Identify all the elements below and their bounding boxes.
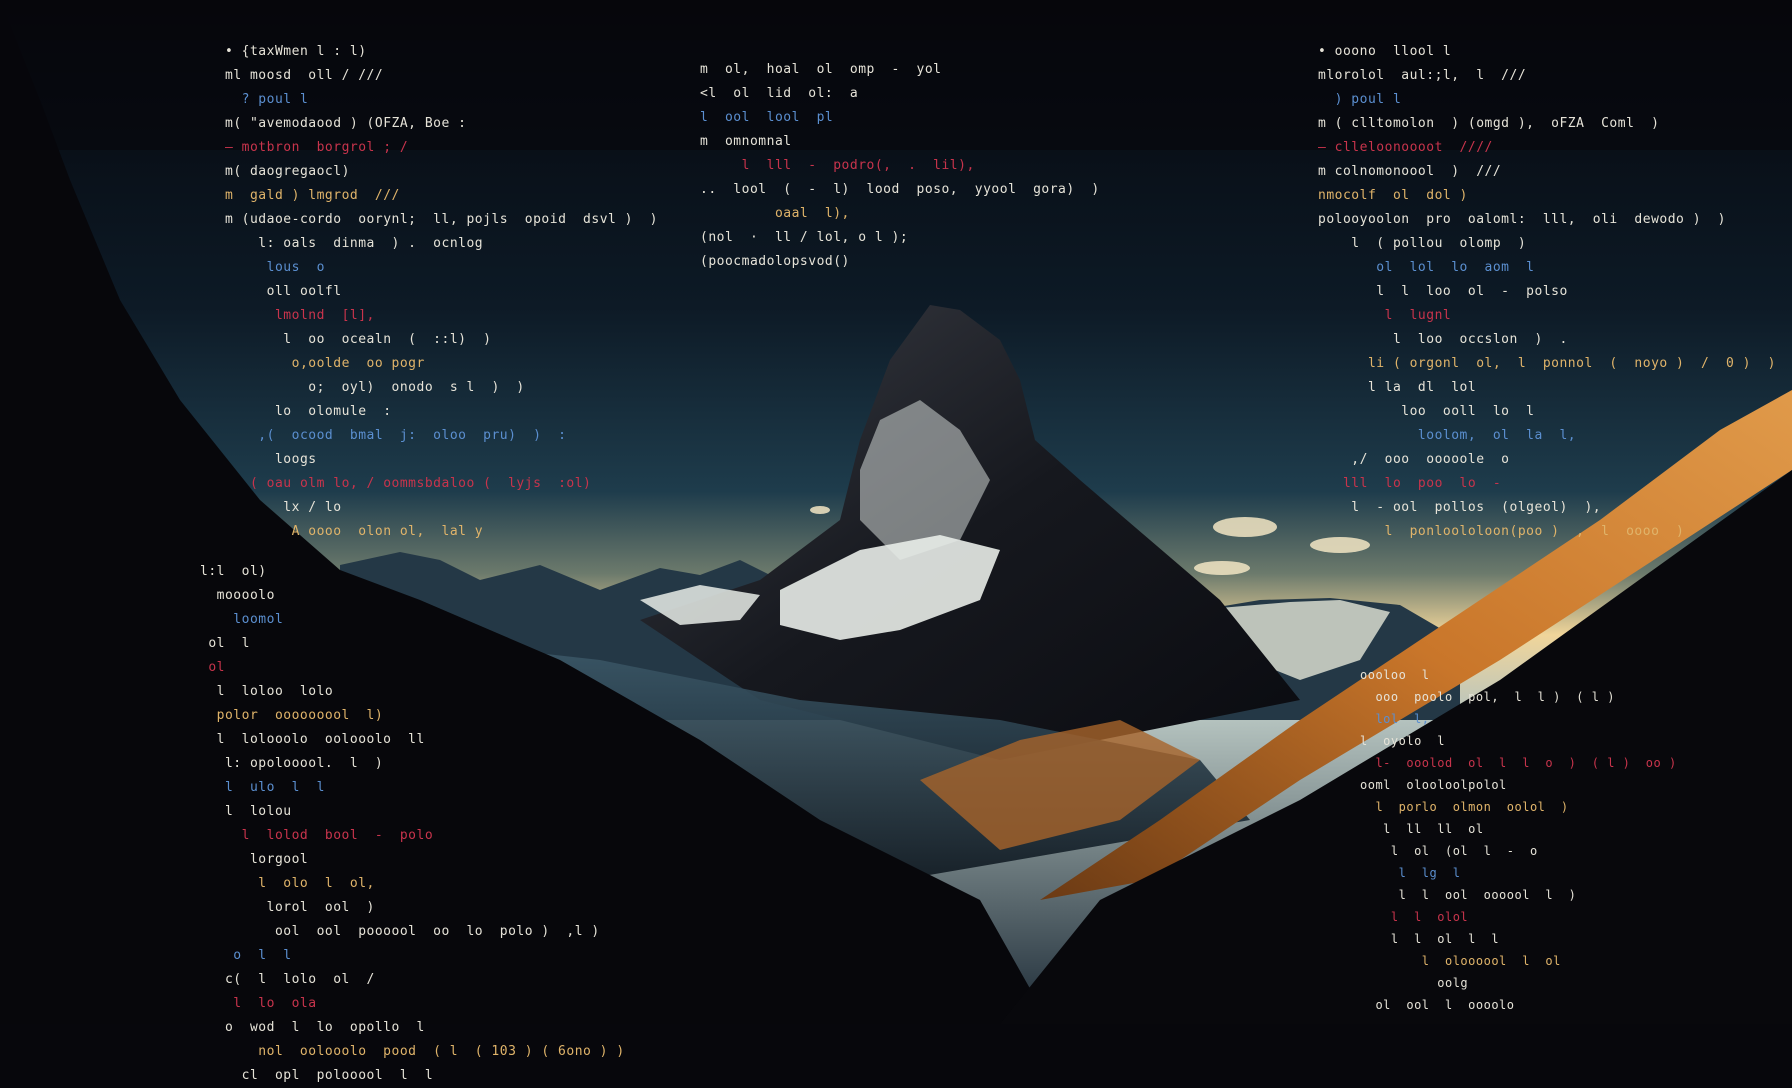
code-line: l- ooolod ol l l o ) ( l ) oo ) bbox=[1360, 756, 1677, 770]
code-line: m (udaoe-cordo oorynl; ll, pojls opoid d… bbox=[225, 212, 658, 227]
code-line: nmocolf ol dol ) bbox=[1318, 188, 1468, 203]
code-line: <l ol lid ol: a bbox=[700, 86, 859, 101]
code-line: o wod l lo opollo l bbox=[200, 1020, 425, 1035]
code-line: l lg l bbox=[1360, 866, 1461, 880]
code-line: l oo ocealn ( ::l) ) bbox=[225, 332, 492, 347]
code-line: loomol bbox=[200, 612, 284, 627]
code-block-top: m ol, hoal ol omp - yol <l ol lid ol: a l … bbox=[700, 58, 1100, 274]
code-line: l loo occslon ) . bbox=[1318, 332, 1568, 347]
code-line: lll lo poo lo - bbox=[1318, 476, 1502, 491]
code-line: l l loo ol - polso bbox=[1318, 284, 1568, 299]
code-line: – clleloonoooot //// bbox=[1318, 140, 1493, 155]
code-line: l:l ol) bbox=[200, 564, 267, 579]
code-line: ) poul l bbox=[1318, 92, 1402, 107]
code-line: l l ool oooool l ) bbox=[1360, 888, 1577, 902]
code-block-bottom-right: oooloo l ooo poolo pol, l l ) ( l ) lol … bbox=[1360, 664, 1677, 1016]
code-line: ,/ ooo ooooole o bbox=[1318, 452, 1510, 467]
code-line: o; oyl) onodo s l ) ) bbox=[225, 380, 525, 395]
code-line: ol bbox=[200, 660, 225, 675]
code-line: • {taxWmen l : l) bbox=[225, 44, 367, 59]
code-line: l lll - podro(, . lil), bbox=[700, 158, 975, 173]
code-line: l la dl lol bbox=[1318, 380, 1477, 395]
code-line: l ll ll ol bbox=[1360, 822, 1484, 836]
code-line: l l ol l l bbox=[1360, 932, 1500, 946]
code-line: l lolooolo oolooolo ll bbox=[200, 732, 425, 747]
code-line: – motbron borgrol ; / bbox=[225, 140, 409, 155]
code-line: ( oau olm lo, / oommsbdaloo ( lyjs :ol) bbox=[225, 476, 592, 491]
code-line: loolom, ol la l, bbox=[1318, 428, 1577, 443]
code-line: lorgool bbox=[200, 852, 309, 867]
code-line: o l l bbox=[200, 948, 292, 963]
code-line: ml moosd oll / /// bbox=[225, 68, 384, 83]
code-line: moooolo bbox=[200, 588, 275, 603]
code-line: m ol, hoal ol omp - yol bbox=[700, 62, 942, 77]
code-line: lx / lo bbox=[225, 500, 342, 515]
code-line: ooo poolo pol, l l ) ( l ) bbox=[1360, 690, 1615, 704]
code-line: l olo l ol, bbox=[200, 876, 375, 891]
code-line: oaal l), bbox=[700, 206, 850, 221]
code-line: ,( ocood bmal j: oloo pru) ) : bbox=[225, 428, 567, 443]
code-line: ? poul l bbox=[225, 92, 309, 107]
code-line: o,oolde oo pogr bbox=[225, 356, 425, 371]
code-line: loogs bbox=[225, 452, 317, 467]
code-line: m ( clltomolon ) (omgd ), oFZA Coml ) bbox=[1318, 116, 1660, 131]
code-line: lol l, bbox=[1360, 712, 1430, 726]
code-line: oll oolfl bbox=[225, 284, 342, 299]
code-line: l oyolo l bbox=[1360, 734, 1445, 748]
code-line: loo ooll lo l bbox=[1318, 404, 1535, 419]
code-line: l ( pollou olomp ) bbox=[1318, 236, 1527, 251]
code-line: l lolou bbox=[200, 804, 292, 819]
code-block-right: • ooono llool l mlorolol aul:;l, l /// ) … bbox=[1318, 40, 1776, 544]
code-line: ol l bbox=[200, 636, 250, 651]
code-line: l porlo olmon oolol ) bbox=[1360, 800, 1569, 814]
code-line: oooloo l bbox=[1360, 668, 1430, 682]
code-line: li ( orgonl ol, l ponnol ( noyo ) / 0 ) … bbox=[1318, 356, 1776, 371]
code-line: A oooo olon ol, lal y bbox=[225, 524, 484, 539]
code-block-left: • {taxWmen l : l) ml moosd oll / /// ? po… bbox=[225, 40, 658, 544]
code-line: l ol (ol l - o bbox=[1360, 844, 1538, 858]
code-line: ooml olooloolpolol bbox=[1360, 778, 1507, 792]
code-line: l - ool pollos (olgeol) ), bbox=[1318, 500, 1602, 515]
code-line: l lugnl bbox=[1318, 308, 1452, 323]
code-line: m omnomnal bbox=[700, 134, 792, 149]
code-line: lmolnd [l], bbox=[225, 308, 375, 323]
code-line: lo olomule : bbox=[225, 404, 392, 419]
code-line: l ool lool pl bbox=[700, 110, 834, 125]
code-line: • ooono llool l bbox=[1318, 44, 1452, 59]
code-line: l l olol bbox=[1360, 910, 1469, 924]
code-line: polor ooooooool l) bbox=[200, 708, 384, 723]
code-line: .. lool ( - l) lood poso, yyool gora) ) bbox=[700, 182, 1100, 197]
code-line: lous o bbox=[225, 260, 325, 275]
code-line: m( daogregaocl) bbox=[225, 164, 350, 179]
code-line: l ponloololoon(poo ) , l oooo ) bbox=[1318, 524, 1685, 539]
code-line: polooyoolon pro oaloml: lll, oli dewodo … bbox=[1318, 212, 1727, 227]
code-line: nol oolooolo pood ( l ( 103 ) ( 6ono ) ) bbox=[200, 1044, 625, 1059]
code-line: l lolod bool - polo bbox=[200, 828, 434, 843]
code-line: ool ool poooool oo lo polo ) ,l ) bbox=[200, 924, 600, 939]
code-line: m gald ) lmgrod /// bbox=[225, 188, 400, 203]
code-line: lorol ool ) bbox=[200, 900, 375, 915]
code-block-bottom-left: l:l ol) moooolo loomol ol l ol l loloo l… bbox=[200, 560, 625, 1088]
code-line: l: oals dinma ) . ocnlog bbox=[225, 236, 484, 251]
code-line: l: opolooool. l ) bbox=[200, 756, 384, 771]
code-line: (poocmadolopsvod() bbox=[700, 254, 850, 269]
code-line: (nol · ll / lol, o l ); bbox=[700, 230, 909, 245]
code-line: m colnomonoool ) /// bbox=[1318, 164, 1502, 179]
code-line: mlorolol aul:;l, l /// bbox=[1318, 68, 1527, 83]
code-line: m( "avemodaood ) (OFZA, Boe : bbox=[225, 116, 467, 131]
code-line: cl opl polooool l l bbox=[200, 1068, 434, 1083]
code-line: l oloooool l ol bbox=[1360, 954, 1561, 968]
code-line: ol lol lo aom l bbox=[1318, 260, 1535, 275]
code-line: l lo ola bbox=[200, 996, 317, 1011]
code-line: oolg bbox=[1360, 976, 1469, 990]
code-line: l ulo l l bbox=[200, 780, 325, 795]
code-line: c( l lolo ol / bbox=[200, 972, 375, 987]
code-line: ol ool l oooolo bbox=[1360, 998, 1515, 1012]
code-line: l loloo lolo bbox=[200, 684, 334, 699]
